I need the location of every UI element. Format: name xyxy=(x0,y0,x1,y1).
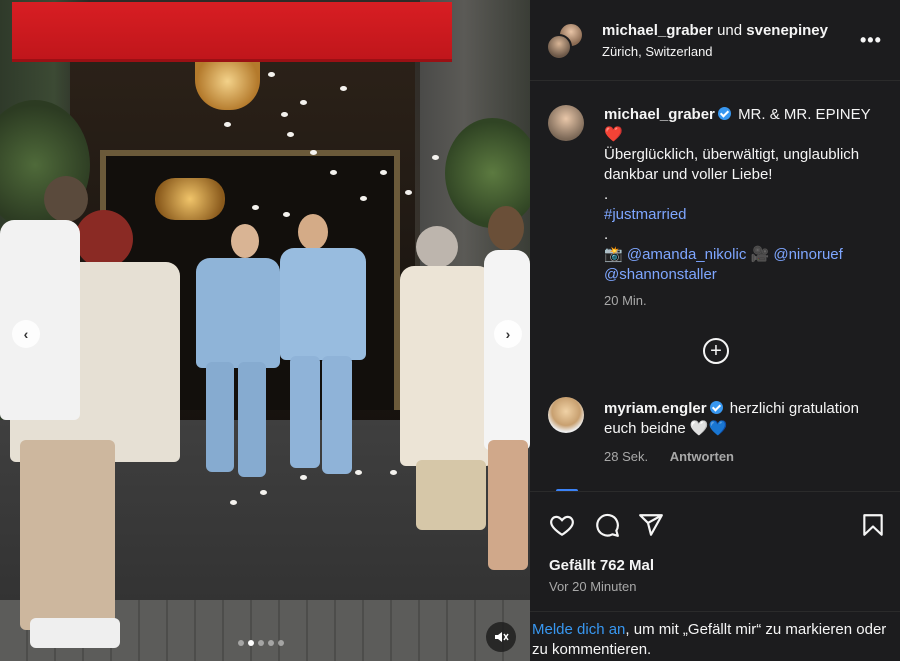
send-icon[interactable] xyxy=(638,512,664,538)
previous-slide-button[interactable]: ‹ xyxy=(12,320,40,348)
chevron-right-icon: › xyxy=(505,326,511,342)
login-prompt: Melde dich an, um mit „Gefällt mir“ zu m… xyxy=(530,611,900,661)
post-timestamp: Vor 20 Minuten xyxy=(549,579,637,594)
avatar[interactable] xyxy=(546,34,572,60)
verified-badge-icon xyxy=(709,401,723,414)
carousel-indicator xyxy=(238,640,284,646)
next-slide-button[interactable]: › xyxy=(494,320,522,348)
avatar[interactable] xyxy=(548,397,584,433)
avatar[interactable] xyxy=(548,105,584,141)
mention-link[interactable]: @shannonstaller xyxy=(604,266,717,283)
plus-circle-icon: + xyxy=(710,340,722,362)
caption-dot: . xyxy=(604,186,609,203)
mention-link[interactable]: @amanda_nikolic xyxy=(627,246,746,263)
authors-joiner: und xyxy=(717,22,743,39)
post-media[interactable]: ‹ › xyxy=(0,0,530,661)
carousel-dot xyxy=(238,640,244,646)
comment-time: 28 Sek. xyxy=(604,449,649,464)
heart-emoji: ❤️ xyxy=(604,126,623,143)
heart-icon[interactable] xyxy=(549,512,575,538)
more-horizontal-icon: ••• xyxy=(860,30,882,50)
post-side-panel: michael_graber und svenepiney Zürich, Sw… xyxy=(530,0,900,661)
comment: myriam.engler herzlichi gratulation euch… xyxy=(604,399,884,467)
carousel-dot xyxy=(268,640,274,646)
bookmark-icon[interactable] xyxy=(860,512,886,538)
caption-username-link[interactable]: michael_graber xyxy=(604,106,715,123)
caption: michael_graber MR. & MR. EPINEY ❤️ Überg… xyxy=(604,105,884,311)
chandelier xyxy=(155,178,225,220)
location-link[interactable]: Zürich, Switzerland xyxy=(602,44,713,59)
login-link[interactable]: Melde dich an xyxy=(532,621,625,638)
verified-badge-icon xyxy=(717,107,731,120)
reply-button[interactable]: Antworten xyxy=(670,449,734,464)
mention-link[interactable]: @ninoruef xyxy=(773,246,842,263)
author-username-link[interactable]: svenepiney xyxy=(746,22,828,39)
carousel-dot xyxy=(278,640,284,646)
post-header: michael_graber und svenepiney Zürich, Sw… xyxy=(530,0,900,81)
post-actions: Gefällt 762 Mal Vor 20 Minuten xyxy=(530,491,900,611)
comment-icon[interactable] xyxy=(594,512,620,538)
carousel-dot xyxy=(258,640,264,646)
post-authors: michael_graber und svenepiney xyxy=(602,22,828,39)
comment-username-link[interactable]: myriam.engler xyxy=(604,400,707,417)
caption-title: MR. & MR. EPINEY xyxy=(738,106,871,123)
author-username-link[interactable]: michael_graber xyxy=(602,22,713,39)
comments-section: michael_graber MR. & MR. EPINEY ❤️ Überg… xyxy=(530,81,900,491)
muted-speaker-icon xyxy=(495,632,509,642)
camera-emoji: 📸 xyxy=(604,246,623,263)
more-options-button[interactable]: ••• xyxy=(860,30,882,51)
video-camera-emoji: 🎥 xyxy=(750,246,770,263)
comment-meta: 28 Sek. Antworten xyxy=(604,447,884,467)
caption-dot: . xyxy=(604,226,609,243)
carousel-dot-active xyxy=(248,640,254,646)
red-awning xyxy=(12,2,452,62)
caption-time: 20 Min. xyxy=(604,293,647,308)
caption-text: Überglücklich, überwältigt, unglaublich … xyxy=(604,146,860,183)
collab-avatars[interactable] xyxy=(546,22,584,60)
mute-toggle-button[interactable] xyxy=(486,622,516,652)
hashtag-link[interactable]: #justmarried xyxy=(604,206,687,223)
load-more-comments-button[interactable]: + xyxy=(703,338,729,364)
chevron-left-icon: ‹ xyxy=(23,326,29,342)
like-count[interactable]: Gefällt 762 Mal xyxy=(549,557,654,574)
